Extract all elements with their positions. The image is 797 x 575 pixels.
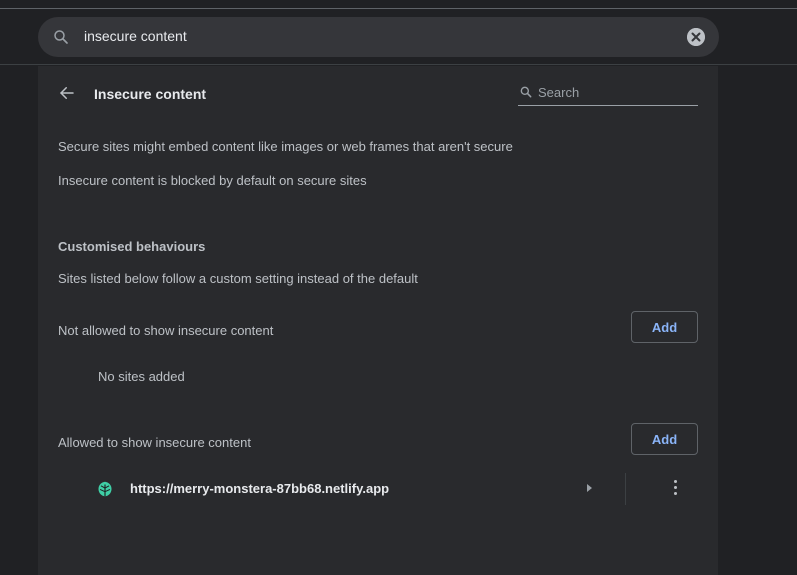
- allowed-add-button[interactable]: Add: [631, 423, 698, 455]
- not-allowed-add-button[interactable]: Add: [631, 311, 698, 343]
- row-divider: [625, 473, 626, 505]
- site-search-field[interactable]: Search: [518, 82, 698, 106]
- custom-behaviours-subtitle: Sites listed below follow a custom setti…: [58, 271, 418, 286]
- insecure-content-settings-card: Insecure content Search Secure sites mig…: [38, 66, 718, 575]
- custom-behaviours-title: Customised behaviours: [58, 239, 206, 254]
- search-icon: [54, 30, 68, 44]
- left-gutter: [0, 66, 38, 575]
- back-arrow-icon[interactable]: [58, 84, 76, 102]
- settings-search-box[interactable]: insecure content: [38, 17, 719, 57]
- right-gutter: [718, 66, 797, 575]
- allowed-label: Allowed to show insecure content: [58, 435, 251, 450]
- settings-toolbar: insecure content: [0, 9, 797, 65]
- description-line-2: Insecure content is blocked by default o…: [58, 173, 367, 188]
- settings-search-input[interactable]: insecure content: [84, 28, 187, 44]
- search-icon: [520, 86, 532, 98]
- description-line-1: Secure sites might embed content like im…: [58, 139, 513, 154]
- site-url[interactable]: https://merry-monstera-87bb68.netlify.ap…: [130, 481, 389, 496]
- chevron-right-icon[interactable]: [587, 484, 592, 492]
- page-title: Insecure content: [94, 86, 207, 102]
- clear-search-icon[interactable]: [687, 28, 705, 46]
- allowed-site-row[interactable]: https://merry-monstera-87bb68.netlify.ap…: [38, 471, 718, 507]
- site-search-placeholder[interactable]: Search: [538, 85, 579, 100]
- more-actions-icon[interactable]: [674, 480, 678, 498]
- netlify-leaf-icon: [98, 481, 112, 497]
- not-allowed-empty-text: No sites added: [98, 369, 185, 384]
- not-allowed-label: Not allowed to show insecure content: [58, 323, 274, 338]
